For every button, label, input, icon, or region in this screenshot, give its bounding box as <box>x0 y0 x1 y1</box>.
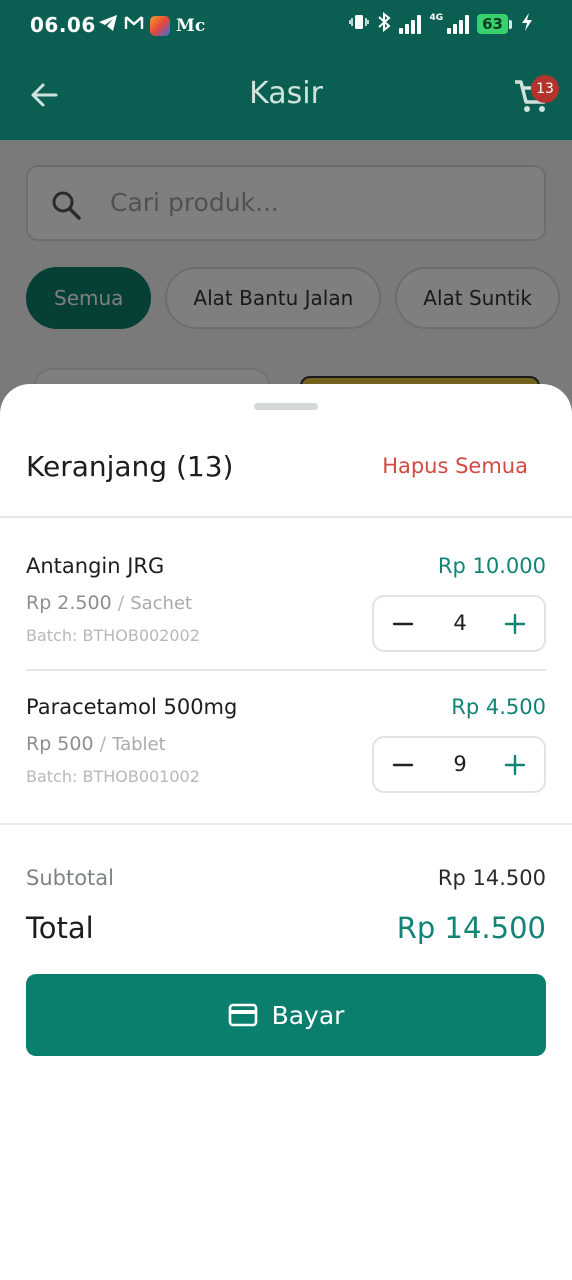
pay-label: Bayar <box>271 1000 345 1030</box>
battery-icon <box>509 19 512 29</box>
cart-badge: 13 <box>531 75 559 103</box>
item-batch: Batch: BTHOB001002 <box>26 767 200 786</box>
page-title: Kasir <box>249 76 323 111</box>
item-total: Rp 10.000 <box>437 554 546 578</box>
cart-title: Keranjang (13) <box>26 450 234 483</box>
vibrate-icon <box>349 12 370 36</box>
app-bar: Kasir 13 <box>0 52 572 140</box>
item-name: Paracetamol 500mg <box>26 695 238 719</box>
subtotal-value: Rp 14.500 <box>437 866 546 890</box>
credit-card-icon <box>228 1003 258 1027</box>
subtotal-label: Subtotal <box>26 866 114 890</box>
divider <box>0 516 572 518</box>
plus-icon[interactable] <box>504 754 526 776</box>
network-type: 4G <box>429 13 444 23</box>
minus-icon[interactable] <box>392 613 414 635</box>
item-unit-price: Rp 500 / Tablet <box>26 733 166 755</box>
item-divider <box>26 669 546 671</box>
gmail-icon <box>124 15 144 36</box>
divider <box>0 823 572 825</box>
quantity-stepper: 4 <box>372 595 546 652</box>
app-icon <box>150 15 170 36</box>
telegram-icon <box>98 14 118 37</box>
cart-bottom-sheet: Keranjang (13) Hapus Semua Antangin JRG … <box>0 384 572 1280</box>
system-icons: 4G 63 <box>349 11 534 36</box>
cart-item: Paracetamol 500mg Rp 4.500 Rp 500 / Tabl… <box>26 695 546 815</box>
pay-button[interactable]: Bayar <box>26 974 546 1056</box>
plus-icon[interactable] <box>504 613 526 635</box>
item-unit-price: Rp 2.500 / Sachet <box>26 592 192 614</box>
status-bar: 06.06 Mc 4G 63 <box>0 0 572 52</box>
item-name: Antangin JRG <box>26 554 165 578</box>
quantity-value: 9 <box>453 752 467 776</box>
drag-handle[interactable] <box>254 403 318 410</box>
total-value: Rp 14.500 <box>396 911 546 945</box>
signal-icon <box>399 14 422 34</box>
unit-price: Rp 500 <box>26 733 94 755</box>
item-batch: Batch: BTHOB002002 <box>26 626 200 645</box>
status-time: 06.06 <box>30 13 96 37</box>
unit-type: Tablet <box>112 734 166 755</box>
unit-type: Sachet <box>130 593 193 614</box>
unit-price: Rp 2.500 <box>26 592 112 614</box>
notification-icons: Mc <box>98 14 205 37</box>
minus-icon[interactable] <box>392 754 414 776</box>
quantity-stepper: 9 <box>372 736 546 793</box>
unit-separator: / <box>117 592 125 614</box>
cart-item: Antangin JRG Rp 10.000 Rp 2.500 / Sachet… <box>26 554 546 674</box>
total-label: Total <box>26 911 94 945</box>
unit-separator: / <box>99 733 107 755</box>
item-total: Rp 4.500 <box>451 695 546 719</box>
notification-text: Mc <box>176 15 206 36</box>
clear-all-button[interactable]: Hapus Semua <box>382 454 528 478</box>
signal-icon-2 <box>447 14 470 34</box>
quantity-value: 4 <box>453 611 467 635</box>
bluetooth-icon <box>377 11 392 36</box>
battery-level: 63 <box>477 14 508 34</box>
charging-icon <box>520 12 534 36</box>
